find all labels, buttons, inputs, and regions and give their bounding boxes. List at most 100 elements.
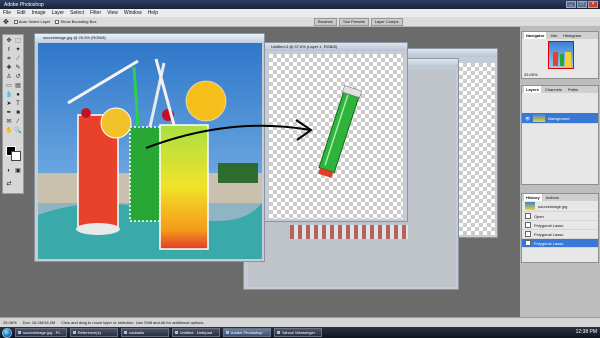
move-tool-icon[interactable]: ✥ [3, 18, 9, 26]
menu-edit[interactable]: Edit [17, 10, 26, 16]
tab-brushes[interactable]: Brushes [314, 18, 337, 26]
toolbox: ✥ ⬚ ℓ ✦ ⌗ ⟋ ✚ ✎ ♙ ↺ ▭ ▤ 💧 ● ➤ T ✒ ■ ✉ ⁄ … [2, 34, 24, 194]
tab-paths[interactable]: Paths [566, 86, 580, 93]
app-titlebar: Adobe Photoshop _ □ × [0, 0, 600, 9]
minimize-button[interactable]: _ [566, 1, 576, 8]
tab-actions[interactable]: Actions [544, 194, 561, 201]
window-controls: _ □ × [566, 1, 598, 8]
layer-row-background[interactable]: 👁 Background [522, 113, 598, 124]
brush-tool-icon[interactable]: ✎ [14, 64, 22, 72]
magic-wand-tool-icon[interactable]: ✦ [14, 46, 22, 54]
healing-tool-icon[interactable]: ✚ [5, 64, 13, 72]
history-item-selected[interactable]: Polygonal Lasso [522, 239, 598, 248]
palette-well: Brushes Tool Presets Layer Comps [314, 18, 403, 26]
hand-tool-icon[interactable]: ✋ [5, 127, 13, 135]
auto-select-checkbox[interactable] [13, 19, 18, 24]
status-doc-size: Doc: 16.2M/16.2M [22, 320, 56, 325]
tab-channels[interactable]: Channels [543, 86, 564, 93]
zoom-tool-icon[interactable]: 🔍 [14, 127, 22, 135]
tab-histogram[interactable]: Histogram [561, 32, 583, 39]
history-snapshot[interactable]: sourceimage.jpg [522, 201, 598, 212]
blur-tool-icon[interactable]: 💧 [5, 91, 13, 99]
navigator-panel: Navigator Info Histogram 25.06% [521, 31, 599, 79]
shape-tool-icon[interactable]: ■ [14, 109, 22, 117]
layers-tabs: Layers Channels Paths [522, 86, 598, 93]
menu-help[interactable]: Help [148, 10, 158, 16]
path-select-icon[interactable]: ➤ [5, 100, 13, 108]
eraser-tool-icon[interactable]: ▭ [5, 82, 13, 90]
crop-tool-icon[interactable]: ⌗ [5, 55, 13, 63]
menu-view[interactable]: View [107, 10, 118, 16]
bounding-box-option[interactable]: Show Bounding Box [55, 19, 96, 24]
type-tool-icon[interactable]: T [14, 100, 22, 108]
history-item[interactable]: Polygonal Lasso [522, 221, 598, 230]
taskbar-item[interactable]: Yahoo! Messenger [273, 328, 322, 337]
start-button-icon[interactable] [2, 327, 12, 338]
tab-layers[interactable]: Layers [524, 86, 541, 93]
taskbar-item[interactable]: Untitled - Notepad [171, 328, 220, 337]
tab-navigator[interactable]: Navigator [524, 32, 547, 39]
drag-arrow-annotation [145, 119, 313, 149]
menu-layer[interactable]: Layer [52, 10, 65, 16]
background-color-swatch[interactable] [11, 151, 21, 161]
status-zoom[interactable]: 25.06% [3, 320, 17, 325]
lasso-icon [525, 240, 531, 246]
right-panel-dock: Navigator Info Histogram 25.06% Layers C… [520, 27, 600, 317]
tab-info[interactable]: Info [548, 32, 559, 39]
screen-mode-icon[interactable]: ▣ [14, 167, 22, 175]
taskbar-item[interactable]: sourceimage.jpg - Pi... [15, 328, 67, 337]
navigator-zoom-value[interactable]: 25.06% [524, 72, 538, 77]
source-document-title: sourceimage.jpg @ 25.5% (RGB/8) [35, 34, 264, 42]
menu-select[interactable]: Select [70, 10, 84, 16]
move-tool-icon[interactable]: ✥ [5, 37, 13, 45]
auto-select-option[interactable]: Auto Select Layer [13, 19, 50, 24]
taskbar-item[interactable]: Reference(s) [69, 328, 118, 337]
lasso-tool-icon[interactable]: ℓ [5, 46, 13, 54]
reflection-strip [290, 225, 408, 239]
gradient-tool-icon[interactable]: ▤ [14, 82, 22, 90]
marquee-tool-icon[interactable]: ⬚ [14, 37, 22, 45]
snapshot-thumbnail [525, 202, 535, 210]
close-button[interactable]: × [588, 1, 598, 8]
navigator-thumbnail[interactable] [548, 41, 574, 69]
menu-filter[interactable]: Filter [90, 10, 101, 16]
slice-tool-icon[interactable]: ⟋ [14, 55, 22, 63]
history-item-label: Open [534, 213, 544, 219]
history-item[interactable]: Open [522, 212, 598, 221]
eyedropper-tool-icon[interactable]: ⁄ [14, 118, 22, 126]
tab-history[interactable]: History [524, 194, 542, 201]
bounding-box-checkbox[interactable] [55, 19, 60, 24]
history-item-label: Polygonal Lasso [534, 231, 564, 237]
imageready-icon[interactable]: ⇄ [5, 180, 13, 188]
untitled-document-title: Untitled-3 @ 37.6% (Layer 1, RGB/8) [263, 43, 407, 51]
history-item[interactable]: Polygonal Lasso [522, 230, 598, 239]
tab-tool-presets[interactable]: Tool Presets [338, 18, 369, 26]
pen-tool-icon[interactable]: ✒ [5, 109, 13, 117]
maximize-button[interactable]: □ [577, 1, 587, 8]
options-bar: ✥ Auto Select Layer Show Bounding Box Br… [0, 17, 600, 27]
app-title: Adobe Photoshop [4, 1, 44, 8]
windows-taskbar: sourceimage.jpg - Pi... Reference(s) coc… [0, 327, 600, 338]
status-hint: Click and drag to move layer or selectio… [61, 320, 205, 325]
eye-icon[interactable]: 👁 [525, 116, 530, 121]
quick-mask-icon[interactable]: ◐ [5, 167, 13, 175]
bounding-box-label: Show Bounding Box [60, 19, 97, 24]
layer-name[interactable]: Background [548, 116, 569, 121]
status-bar: 25.06% Doc: 16.2M/16.2M Click and drag t… [0, 317, 600, 327]
dodge-tool-icon[interactable]: ● [14, 91, 22, 99]
tab-layer-comps[interactable]: Layer Comps [370, 18, 403, 26]
menu-window[interactable]: Window [124, 10, 142, 16]
history-panel: History Actions sourceimage.jpg Open Pol… [521, 193, 599, 263]
history-brush-icon[interactable]: ↺ [14, 73, 22, 81]
lasso-icon [525, 222, 531, 228]
system-clock[interactable]: 12:38 PM [576, 328, 597, 337]
taskbar-item-active[interactable]: Adobe Photoshop [222, 328, 271, 337]
snapshot-label: sourceimage.jpg [538, 203, 568, 209]
taskbar-item[interactable]: cocktails [120, 328, 169, 337]
stamp-tool-icon[interactable]: ♙ [5, 73, 13, 81]
notes-tool-icon[interactable]: ✉ [5, 118, 13, 126]
menu-image[interactable]: Image [32, 10, 46, 16]
history-item-label: Polygonal Lasso [534, 240, 564, 246]
history-item-label: Polygonal Lasso [534, 222, 564, 228]
menu-file[interactable]: File [3, 10, 11, 16]
